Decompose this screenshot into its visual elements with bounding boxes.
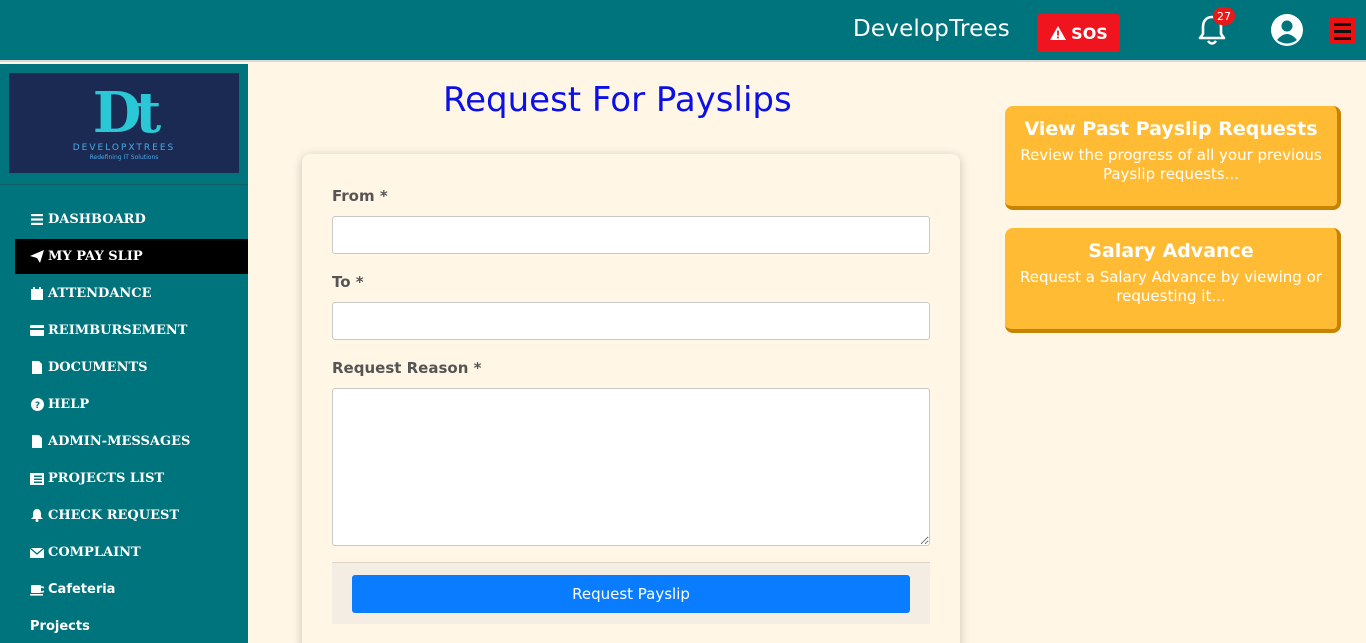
card-description: Request a Salary Advance by viewing or r… [1020,268,1322,305]
to-label: To * [332,273,364,291]
payslip-request-form: From * To * Request Reason * Request Pay… [302,154,960,643]
svg-text:?: ? [34,401,39,411]
page-title: Request For Payslips [443,80,792,120]
notification-count-badge: 27 [1213,7,1235,25]
sidebar-item-label: DOCUMENTS [48,360,148,375]
file-icon [30,361,44,374]
sidebar: Dt DEVELOPXTREES Redefining IT Solutions… [0,64,248,643]
sidebar-item-projects[interactable]: Projects [15,609,248,643]
card-title: View Past Payslip Requests [1024,118,1318,140]
card-title: Salary Advance [1088,240,1254,262]
sidebar-item-label: PROJECTS LIST [48,471,165,486]
sidebar-item-projects-list[interactable]: PROJECTS LIST [15,461,248,496]
sidebar-divider [0,184,248,185]
top-bar: DevelopTrees SOS 27 [0,0,1366,62]
question-circle-icon: ? [30,398,44,411]
calendar-icon [30,287,44,300]
form-footer: Request Payslip [332,562,930,624]
user-account-icon[interactable] [1270,13,1304,47]
sidebar-item-label: CHECK REQUEST [48,508,180,523]
sos-label: SOS [1071,23,1108,43]
sidebar-item-admin-messages[interactable]: ADMIN-MESSAGES [15,424,248,459]
request-reason-label: Request Reason * [332,359,482,377]
paper-plane-icon [30,250,44,263]
sidebar-item-complaint[interactable]: COMPLAINT [15,535,248,570]
sidebar-item-check-request[interactable]: CHECK REQUEST [15,498,248,533]
sidebar-item-documents[interactable]: DOCUMENTS [15,350,248,385]
list-icon [30,472,44,485]
bell-icon [30,509,44,522]
bars-icon [30,213,44,226]
sidebar-item-label: ADMIN-MESSAGES [48,434,191,449]
file-icon [30,435,44,448]
request-reason-textarea[interactable] [332,388,930,546]
sidebar-item-label: HELP [48,397,90,412]
sidebar-item-label: DASHBOARD [48,212,146,227]
salary-advance-card[interactable]: Salary Advance Request a Salary Advance … [1005,228,1341,333]
card-description: Review the progress of all your previous… [1020,146,1322,183]
view-past-payslip-requests-card[interactable]: View Past Payslip Requests Review the pr… [1005,106,1341,210]
credit-card-icon [30,324,44,337]
coffee-icon [30,583,44,596]
sidebar-item-label: ATTENDANCE [48,286,152,301]
company-logo[interactable]: Dt DEVELOPXTREES Redefining IT Solutions [9,73,239,173]
brand-name: DevelopTrees [853,16,1010,42]
sidebar-item-dashboard[interactable]: DASHBOARD [15,202,248,237]
from-input[interactable] [332,216,930,254]
sos-button[interactable]: SOS [1037,14,1120,52]
sidebar-nav: DASHBOARD MY PAY SLIP ATTENDANCE REIMBUR… [15,202,248,643]
sidebar-item-cafeteria[interactable]: Cafeteria [15,572,248,607]
sidebar-item-label: COMPLAINT [48,545,141,560]
request-payslip-button[interactable]: Request Payslip [352,575,910,613]
sidebar-item-attendance[interactable]: ATTENDANCE [15,276,248,311]
sidebar-item-label: MY PAY SLIP [48,249,143,264]
to-input[interactable] [332,302,930,340]
sidebar-item-label: Cafeteria [48,582,116,597]
sidebar-item-label: Projects [30,619,90,634]
sidebar-item-label: REIMBURSEMENT [48,323,188,338]
hamburger-menu-button[interactable] [1329,18,1356,44]
from-label: From * [332,187,388,205]
sidebar-item-reimbursement[interactable]: REIMBURSEMENT [15,313,248,348]
sidebar-item-help[interactable]: ? HELP [15,387,248,422]
warning-icon [1050,26,1067,40]
sidebar-item-my-pay-slip[interactable]: MY PAY SLIP [15,239,248,274]
envelope-icon [30,546,44,559]
